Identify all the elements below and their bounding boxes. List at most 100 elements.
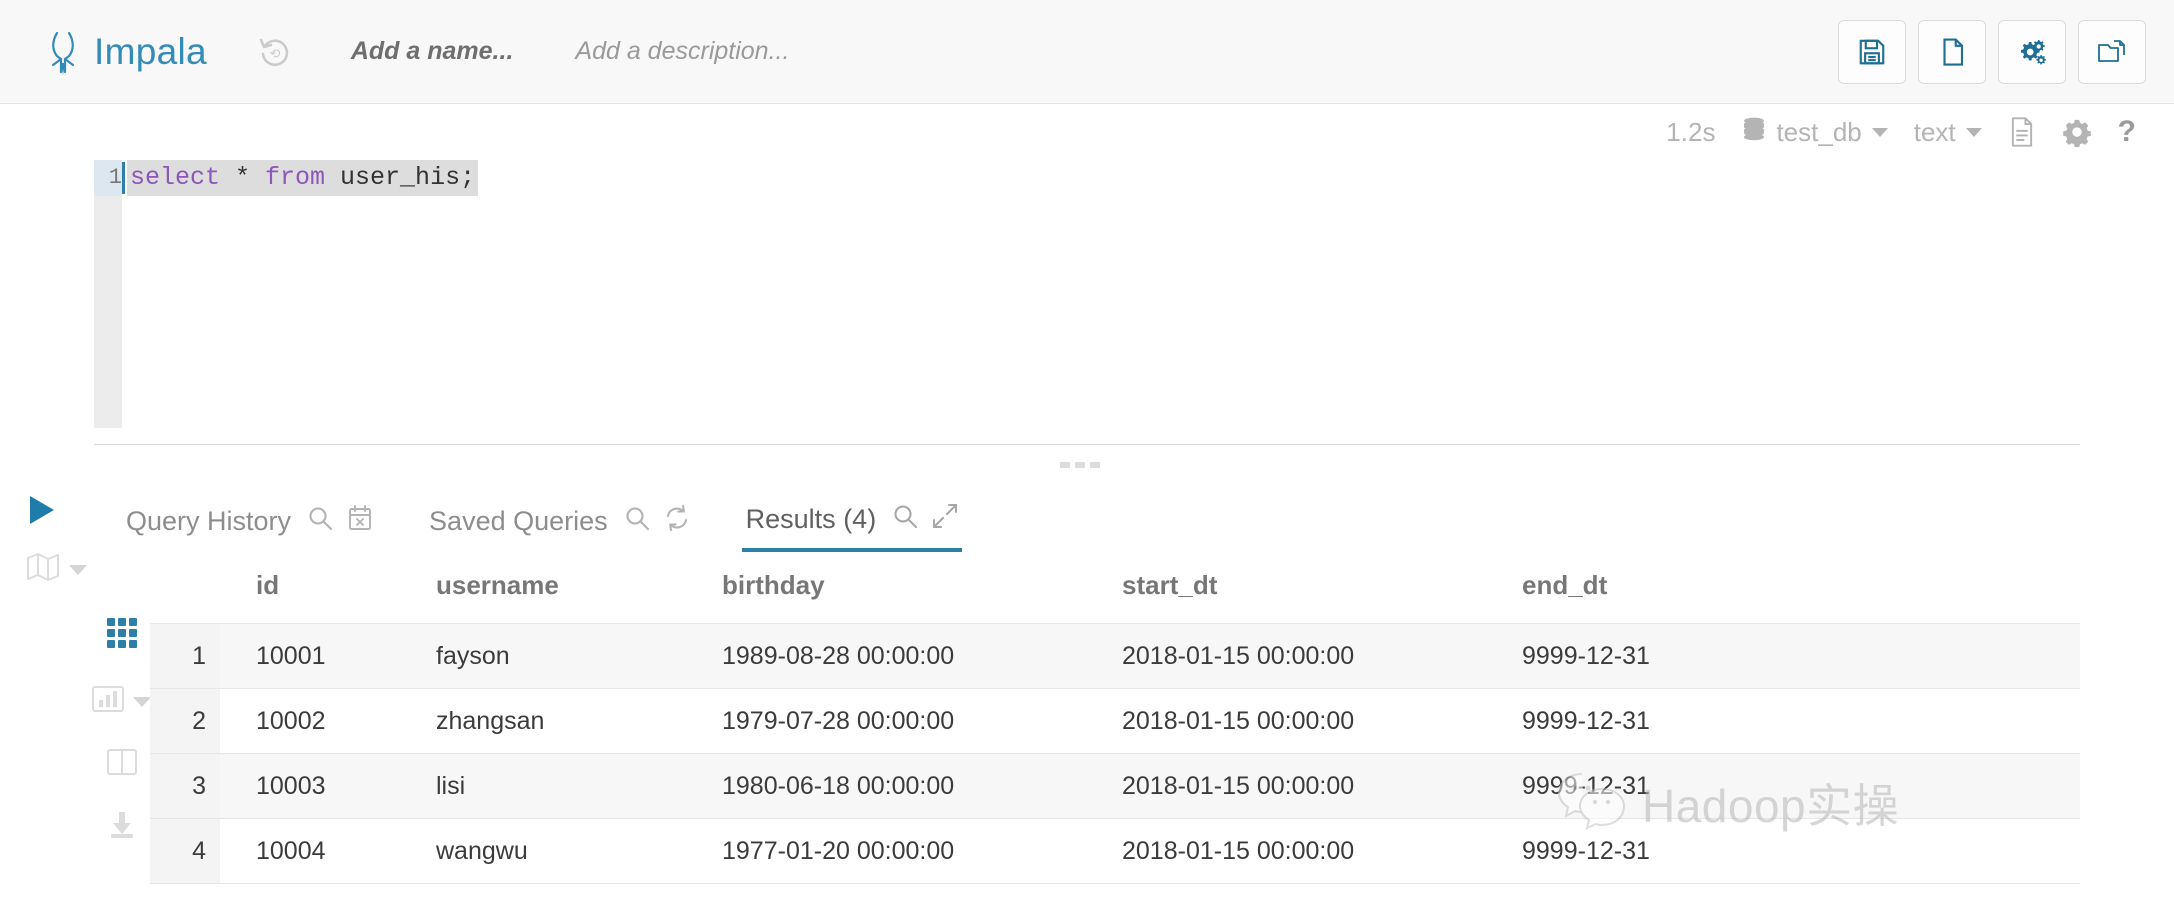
new-document-icon: [1937, 37, 1967, 67]
table-row[interactable]: 1 10001 fayson 1989-08-28 00:00:00 2018-…: [150, 623, 2080, 689]
impala-antelope-logo-icon: [46, 29, 80, 75]
cell-username: fayson: [436, 623, 722, 689]
cell-end-dt: 9999-12-31: [1522, 753, 2080, 819]
sql-keyword-from: from: [265, 163, 326, 192]
cell-start-dt: 2018-01-15 00:00:00: [1122, 753, 1522, 819]
cell-id: 10004: [220, 818, 436, 884]
history-revert-icon[interactable]: ⟲: [255, 32, 295, 72]
table-row[interactable]: 3 10003 lisi 1980-06-18 00:00:00 2018-01…: [150, 753, 2080, 819]
grid-view-button[interactable]: [106, 618, 137, 653]
sql-table-name: user_his;: [325, 163, 476, 192]
results-table-head: id username birthday start_dt end_dt: [150, 570, 2080, 624]
database-name: test_db: [1776, 116, 1862, 147]
drag-dot: [1075, 462, 1085, 468]
expand-arrows-icon[interactable]: [932, 503, 958, 536]
cell-birthday: 1977-01-20 00:00:00: [722, 818, 1122, 884]
search-icon[interactable]: [624, 505, 650, 538]
open-folder-icon: [2096, 37, 2128, 67]
database-stack-icon: [1741, 115, 1767, 150]
bar-chart-icon: [92, 685, 124, 718]
download-icon: [107, 811, 137, 844]
editor-meta-bar: 1.2s test_db text ?: [0, 104, 2174, 160]
format-selector[interactable]: text: [1914, 117, 1982, 148]
search-icon[interactable]: [307, 505, 333, 538]
cell-start-dt: 2018-01-15 00:00:00: [1122, 818, 1522, 884]
query-description-input[interactable]: Add a description...: [575, 37, 789, 66]
search-icon[interactable]: [892, 503, 918, 536]
app-header: Impala ⟲ Add a name... Add a description…: [0, 0, 2174, 104]
columns-icon: [106, 748, 137, 781]
gear-icon[interactable]: [2062, 117, 2092, 147]
panel-splitter[interactable]: [94, 444, 2080, 445]
sql-keyword-select: select: [130, 163, 221, 192]
chart-view-button[interactable]: [92, 685, 151, 718]
sql-code-line[interactable]: select * from user_his;: [127, 160, 479, 196]
cell-birthday: 1989-08-28 00:00:00: [722, 623, 1122, 689]
tab-saved-queries[interactable]: Saved Queries: [425, 482, 694, 552]
svg-text:⟲: ⟲: [269, 46, 280, 61]
editor-cursor: [122, 162, 125, 194]
download-button[interactable]: [107, 811, 137, 844]
cell-start-dt: 2018-01-15 00:00:00: [1122, 688, 1522, 754]
chevron-down-icon: [1871, 127, 1888, 137]
new-query-button[interactable]: [1918, 19, 1986, 84]
cell-username: zhangsan: [436, 688, 722, 754]
column-header-username[interactable]: username: [436, 570, 722, 624]
column-header-birthday[interactable]: birthday: [722, 570, 1122, 624]
table-row[interactable]: 4 10004 wangwu 1977-01-20 00:00:00 2018-…: [150, 818, 2080, 884]
table-row[interactable]: 2 10002 zhangsan 1979-07-28 00:00:00 201…: [150, 688, 2080, 754]
calendar-clear-icon[interactable]: [347, 504, 373, 539]
results-table-body: 1 10001 fayson 1989-08-28 00:00:00 2018-…: [150, 623, 2080, 884]
cell-birthday: 1979-07-28 00:00:00: [722, 688, 1122, 754]
results-header-row: id username birthday start_dt end_dt: [150, 570, 2080, 624]
results-table: id username birthday start_dt end_dt 1 1…: [150, 570, 2080, 884]
sql-star: *: [220, 163, 266, 192]
tab-query-history[interactable]: Query History: [122, 482, 377, 552]
drag-dot: [1060, 462, 1070, 468]
tab-results[interactable]: Results (4): [741, 482, 963, 552]
column-header-start-dt[interactable]: start_dt: [1122, 570, 1522, 624]
tab-label: Query History: [126, 505, 292, 536]
cell-id: 10003: [220, 753, 436, 819]
database-selector[interactable]: test_db: [1741, 115, 1888, 150]
cell-birthday: 1980-06-18 00:00:00: [722, 753, 1122, 819]
row-number: 4: [150, 818, 220, 884]
cell-username: lisi: [436, 753, 722, 819]
header-actions: [1838, 19, 2146, 84]
sql-editor[interactable]: 1 select * from user_his;: [0, 160, 2174, 581]
row-number: 2: [150, 688, 220, 754]
column-header-end-dt[interactable]: end_dt: [1522, 570, 2080, 624]
question-mark-icon: ?: [2117, 115, 2136, 148]
help-button[interactable]: ?: [2118, 115, 2136, 149]
gears-settings-icon: [2016, 36, 2048, 68]
row-number: 3: [150, 753, 220, 819]
cell-end-dt: 9999-12-31: [1522, 818, 2080, 884]
refresh-icon[interactable]: [664, 504, 690, 538]
grid-icon: [106, 618, 137, 653]
document-lines-icon[interactable]: [2008, 116, 2036, 148]
cell-end-dt: 9999-12-31: [1522, 688, 2080, 754]
rownum-header: [150, 570, 220, 624]
save-button[interactable]: [1838, 19, 1906, 84]
result-view-tools: [92, 618, 151, 844]
settings-button[interactable]: [1998, 19, 2066, 84]
app-title: Impala: [94, 30, 207, 72]
tab-label: Saved Queries: [429, 505, 608, 536]
cell-username: wangwu: [436, 818, 722, 884]
result-tabs: Query History Saved Queries Results (4): [0, 482, 2174, 554]
column-header-id[interactable]: id: [220, 570, 436, 624]
cell-id: 10002: [220, 688, 436, 754]
columns-view-button[interactable]: [106, 748, 137, 781]
row-number: 1: [150, 623, 220, 689]
open-query-button[interactable]: [2078, 19, 2146, 84]
splitter-drag-handle[interactable]: [1060, 462, 1100, 468]
drag-dot: [1090, 462, 1100, 468]
floppy-save-icon: [1857, 37, 1887, 67]
cell-id: 10001: [220, 623, 436, 689]
results-table-scroll[interactable]: id username birthday start_dt end_dt 1 1…: [150, 570, 2080, 910]
chevron-down-icon: [1965, 127, 1982, 137]
cell-end-dt: 9999-12-31: [1522, 623, 2080, 689]
editor-line-number: 1: [94, 160, 122, 196]
query-name-input[interactable]: Add a name...: [351, 37, 514, 66]
chevron-down-icon[interactable]: [133, 696, 151, 707]
